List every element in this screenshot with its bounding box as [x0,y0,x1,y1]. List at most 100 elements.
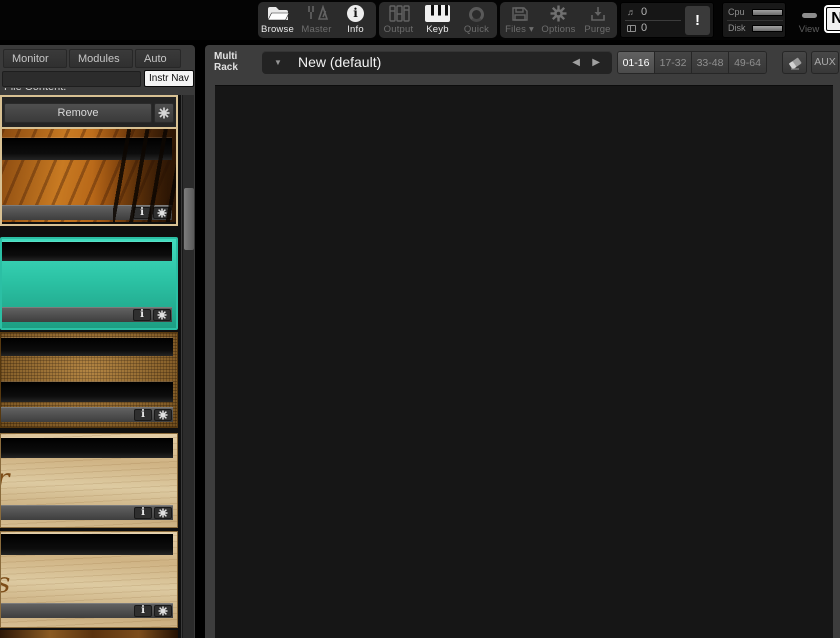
multi-rack-label: Multi Rack [214,51,238,73]
next-preset-button[interactable]: ▶ [592,57,600,68]
files-button[interactable]: Files ▾ [500,2,539,38]
app-window: Browse Master i Info Output Keyb Quick F… [0,0,840,638]
quick-label: Quick [463,24,490,35]
panic-button[interactable]: ! [685,6,710,35]
library-action-row: Remove [2,97,176,129]
page-33-48[interactable]: 33-48 [692,52,729,73]
library-tile-wood-1[interactable]: r i [0,433,178,528]
tile-gear-button[interactable] [154,605,172,617]
master-label: Master [301,24,332,35]
tile-bar: i [1,407,173,422]
signature-glyph: r [1,462,9,495]
title-band [1,534,173,555]
purge-button[interactable]: Purge [578,2,617,38]
search-input[interactable] [2,71,141,87]
mixer-faders-icon [388,3,410,22]
title-band [2,242,172,261]
info-button-small[interactable]: i [134,409,152,421]
tile-bar: i [2,307,172,322]
keyb-button[interactable]: Keyb [418,2,457,38]
voices-value: 0 [641,6,648,18]
master-button[interactable]: Master [297,2,336,38]
view-button[interactable]: View [791,2,827,38]
ni-logo[interactable]: N [824,5,840,33]
rack-empty-area[interactable] [215,85,833,638]
tab-modules[interactable]: Modules [69,49,133,68]
clipped-header-text: File Content. [4,88,174,94]
sidebar-tabs: Monitor Modules Auto [3,49,181,68]
toolbar-group-view-modes: Output Keyb Quick [379,2,497,38]
eraser-icon [788,57,801,70]
purge-icon [589,3,607,22]
options-label: Options [541,24,576,35]
aux-button[interactable]: AUX [811,51,839,74]
top-toolbar: Browse Master i Info Output Keyb Quick F… [0,0,840,40]
tile-gear-button[interactable] [153,309,171,321]
gear-icon [158,410,168,420]
library-tile-piano-strings[interactable]: Remove i [0,95,178,226]
info-button-small[interactable]: i [134,507,152,519]
title-band [2,138,172,160]
purge-label: Purge [584,24,611,35]
folder-icon [266,3,290,22]
preset-name: New (default) [298,54,382,70]
memory-value: 0 [641,22,648,34]
info-button[interactable]: i Info [336,2,375,38]
remove-button[interactable]: Remove [4,103,152,123]
memory-icon [627,24,636,32]
tile-bar: i [2,205,172,220]
page-01-16[interactable]: 01-16 [618,52,655,73]
browse-button[interactable]: Browse [258,2,297,38]
disk-meter [752,24,783,32]
title-band [1,338,173,356]
info-button-small[interactable]: i [134,605,152,617]
scrollbar-thumb[interactable] [184,188,194,250]
title-band [1,438,173,458]
library-tile-teal[interactable]: i [0,237,178,330]
page-17-32[interactable]: 17-32 [655,52,692,73]
tab-auto[interactable]: Auto [135,49,181,68]
preset-dropdown[interactable]: ▼ New (default) ◀ ▶ [262,51,612,74]
floppy-disk-icon [511,3,529,22]
rack-page-selector: 01-16 17-32 33-48 49-64 [617,51,767,74]
gear-icon [158,508,168,518]
files-label: Files [505,24,527,35]
info-icon: i [347,3,364,22]
tile-gear-button[interactable] [154,409,172,421]
status-display: ♬ 0 0 ! [620,2,714,38]
info-button-small[interactable]: i [133,309,151,321]
display-divider [625,20,681,21]
info-button-small[interactable]: i [133,207,151,219]
cpu-disk-meters: Cpu Disk [722,2,786,38]
minimize-icon [801,13,817,18]
info-label: Info [347,24,364,35]
cpu-label: Cpu [728,7,745,17]
gear-icon [157,208,167,218]
instr-nav-button[interactable]: Instr Nav [144,70,194,87]
multi-rack-panel: Multi Rack ▼ New (default) ◀ ▶ 01-16 17-… [205,45,840,638]
previous-preset-button[interactable]: ◀ [572,57,580,68]
clear-rack-button[interactable] [782,51,807,74]
quick-button[interactable]: Quick [457,2,496,38]
output-button[interactable]: Output [379,2,418,38]
view-label: View [798,24,820,35]
browser-sidebar: Monitor Modules Auto Instr Nav File Cont… [0,45,195,638]
voices-icon: ♬ [627,7,636,17]
tile-gear-button[interactable] [153,207,171,219]
output-label: Output [383,24,414,35]
quick-load-icon [469,3,484,22]
options-button[interactable]: Options [539,2,578,38]
cpu-meter [752,8,783,16]
toolbar-group-files: Files ▾ Options Purge [500,2,617,38]
tile-gear-button[interactable] [154,507,172,519]
library-tile-partial[interactable] [0,630,178,638]
library-tile-wood-2[interactable]: s i [0,531,178,628]
sidebar-scrollbar[interactable] [182,95,194,638]
tab-monitor[interactable]: Monitor [3,49,67,68]
keyboard-icon [425,3,450,22]
chevron-down-icon: ▼ [274,58,282,67]
library-options-button[interactable] [154,103,174,123]
page-49-64[interactable]: 49-64 [729,52,766,73]
library-tile-burlap[interactable]: i [0,332,178,428]
lower-band [1,382,173,402]
